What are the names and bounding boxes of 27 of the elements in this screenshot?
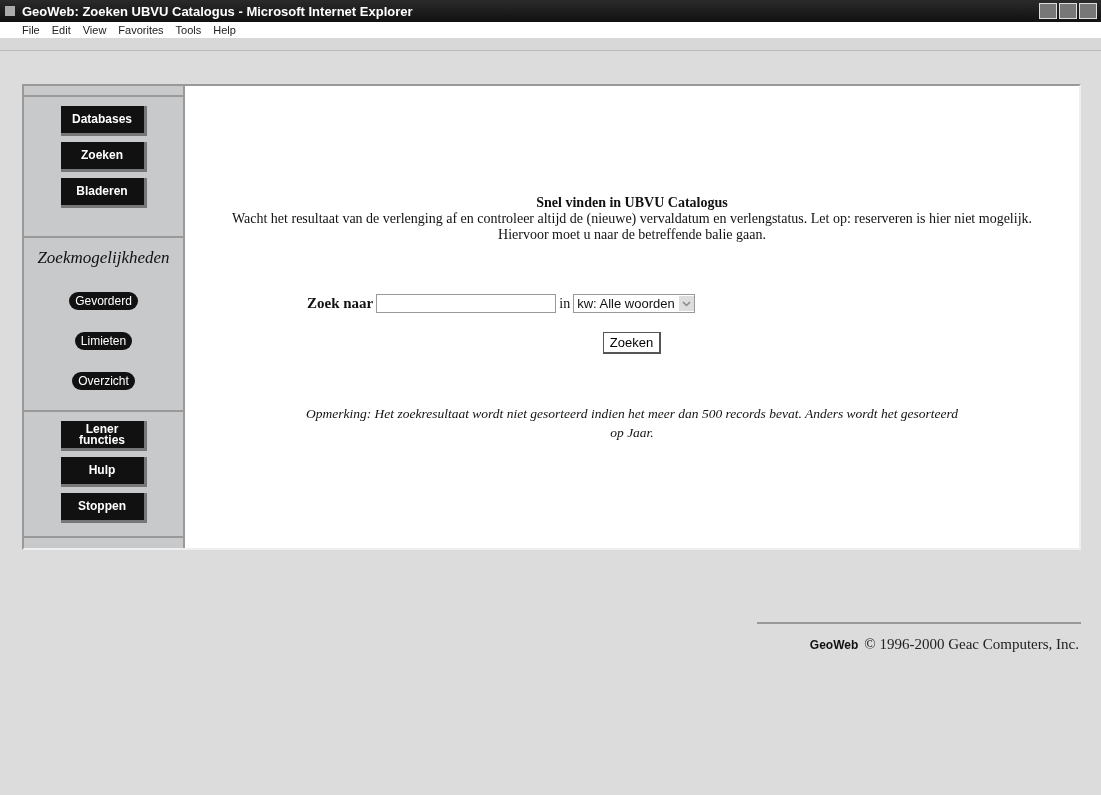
search-label: Zoek naar	[307, 295, 374, 312]
menu-item[interactable]: View	[82, 24, 107, 36]
search-button[interactable]: Zoeken	[602, 332, 662, 354]
option-button[interactable]: Gevorderd	[69, 292, 138, 310]
nav-button[interactable]: Bladeren	[60, 178, 147, 208]
copyright-text: © 1996-2000 Geac Computers, Inc.	[864, 636, 1079, 653]
search-title: Snel vinden in UBVU Catalogus	[536, 195, 728, 211]
search-field[interactable]	[376, 294, 557, 313]
menu-item[interactable]: Favorites	[118, 24, 164, 36]
nav-button[interactable]: Stoppen	[60, 493, 147, 523]
logo: GeoWeb	[809, 638, 859, 652]
section-heading: Zoekmogelijkheden	[37, 248, 170, 268]
nav-button[interactable]: Hulp	[60, 457, 147, 487]
menu-item[interactable]: File	[22, 24, 40, 36]
in-label: in	[559, 295, 571, 312]
menu-item[interactable]: Edit	[51, 24, 71, 36]
nav-button[interactable]: Zoeken	[60, 142, 147, 172]
nav-button[interactable]: Databases	[60, 106, 147, 136]
menu-item[interactable]: Help	[213, 24, 236, 36]
menu-item[interactable]: Tools	[175, 24, 202, 36]
field-select[interactable]: kw: Alle woorden	[573, 294, 695, 313]
note-text: Opmerking: Het zoekresultaat wordt niet gesorteerd indien het meer dan 500 records bevat. Anders wordt het gesorteerd op Jaar.	[305, 405, 959, 442]
option-button[interactable]: Limieten	[74, 332, 133, 350]
intro-text: Wacht het resultaat van de verlenging af en controleer altijd de (nieuwe) vervaldatum en verlengstatus. Let op: reserveren is hier niet mogelijk. Hiervoor moet u naar de betreffende balie gaan.	[230, 211, 1034, 243]
window-title: GeoWeb: Zoeken UBVU Catalogus - Microsoft Internet Explorer	[22, 3, 414, 19]
nav-button[interactable]: Lener functies	[60, 421, 147, 451]
option-button[interactable]: Overzicht	[72, 372, 135, 390]
